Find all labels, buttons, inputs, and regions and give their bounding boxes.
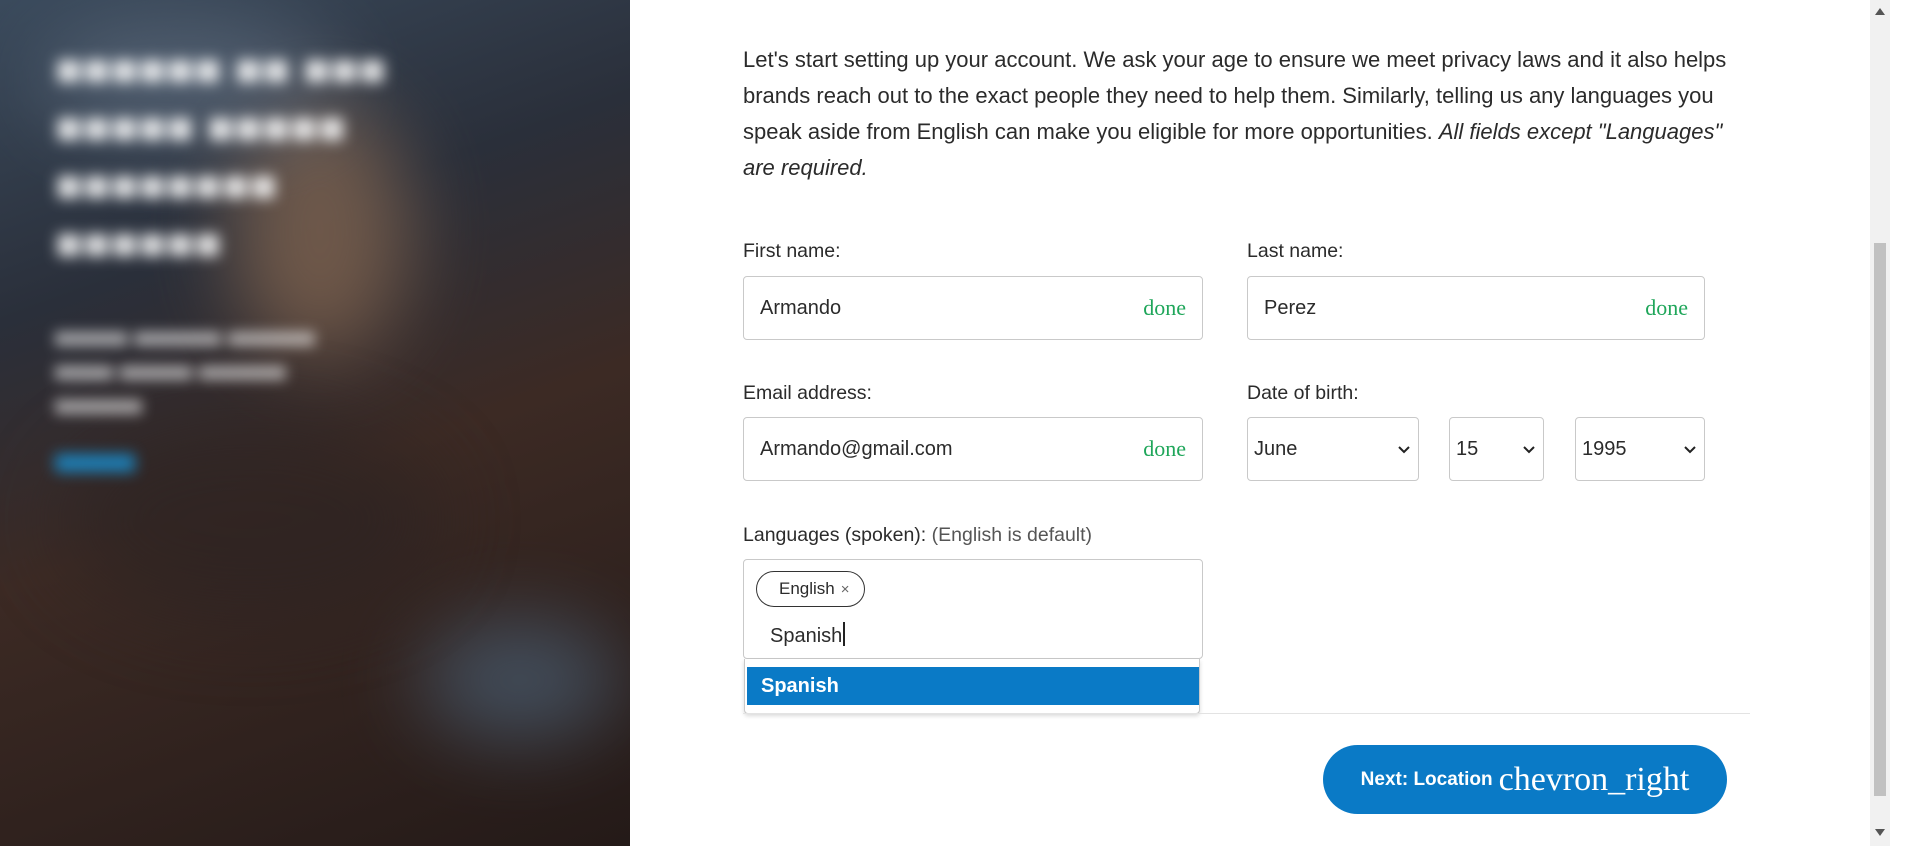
email-value: Armando@gmail.com (760, 437, 953, 460)
email-field[interactable]: Armando@gmail.com done (743, 417, 1203, 481)
language-chip-label: English (779, 579, 835, 598)
languages-label-text: Languages (spoken): (743, 524, 927, 546)
languages-input-value: Spanish (770, 625, 843, 647)
dob-day-select[interactable]: 15 (1449, 417, 1544, 481)
intro-text: Let's start setting up your account. We … (743, 47, 1727, 180)
languages-field[interactable]: English × Spanish (743, 559, 1203, 659)
languages-hint: (English is default) (931, 524, 1093, 546)
chevron-right-icon: chevron_right (1498, 760, 1690, 798)
chevron-down-icon (1398, 446, 1410, 454)
dob-year-value: 1995 (1582, 437, 1627, 460)
divider (743, 713, 1750, 714)
last-name-field[interactable]: Perez done (1247, 276, 1705, 340)
last-name-label: Last name: (1247, 240, 1344, 262)
first-name-value: Armando (760, 296, 842, 319)
scrollbar[interactable] (1870, 0, 1890, 846)
next-location-button[interactable]: Next: Location chevron_right (1323, 745, 1727, 814)
language-chip: English × (756, 571, 865, 607)
dob-month-select[interactable]: June (1247, 417, 1419, 481)
dob-day-value: 15 (1456, 437, 1479, 460)
dob-label: Date of birth: (1247, 382, 1359, 404)
dob-month-value: June (1254, 437, 1298, 460)
close-icon[interactable]: × (841, 581, 850, 598)
hero-blurred-text: ■■■■■■ ■■ ■■■ ■■■■■ ■■■■■ ■■■■■■■■ ■■■■■■ ■… (55, 40, 455, 472)
first-name-label: First name: (743, 240, 841, 262)
hero-panel: ■■■■■■ ■■ ■■■ ■■■■■ ■■■■■ ■■■■■■■■ ■■■■■■ ■… (0, 0, 630, 846)
scrollbar-thumb[interactable] (1874, 243, 1886, 796)
text-caret (843, 622, 845, 646)
done-icon: done (1143, 295, 1186, 320)
chevron-down-icon (1684, 446, 1696, 454)
done-icon: done (1143, 436, 1186, 461)
scroll-down-icon[interactable] (1875, 829, 1885, 836)
languages-suggestions: Spanish (744, 659, 1200, 714)
chevron-down-icon (1523, 446, 1535, 454)
languages-input[interactable]: Spanish (770, 622, 845, 648)
first-name-field[interactable]: Armando done (743, 276, 1203, 340)
next-button-label: Next: Location (1360, 768, 1493, 790)
email-label: Email address: (743, 382, 872, 404)
suggestion-option[interactable]: Spanish (747, 667, 1199, 705)
dob-year-select[interactable]: 1995 (1575, 417, 1705, 481)
last-name-value: Perez (1264, 296, 1317, 319)
done-icon: done (1645, 295, 1688, 320)
languages-label: Languages (spoken): (English is default) (743, 524, 1092, 547)
scroll-up-icon[interactable] (1875, 8, 1885, 15)
